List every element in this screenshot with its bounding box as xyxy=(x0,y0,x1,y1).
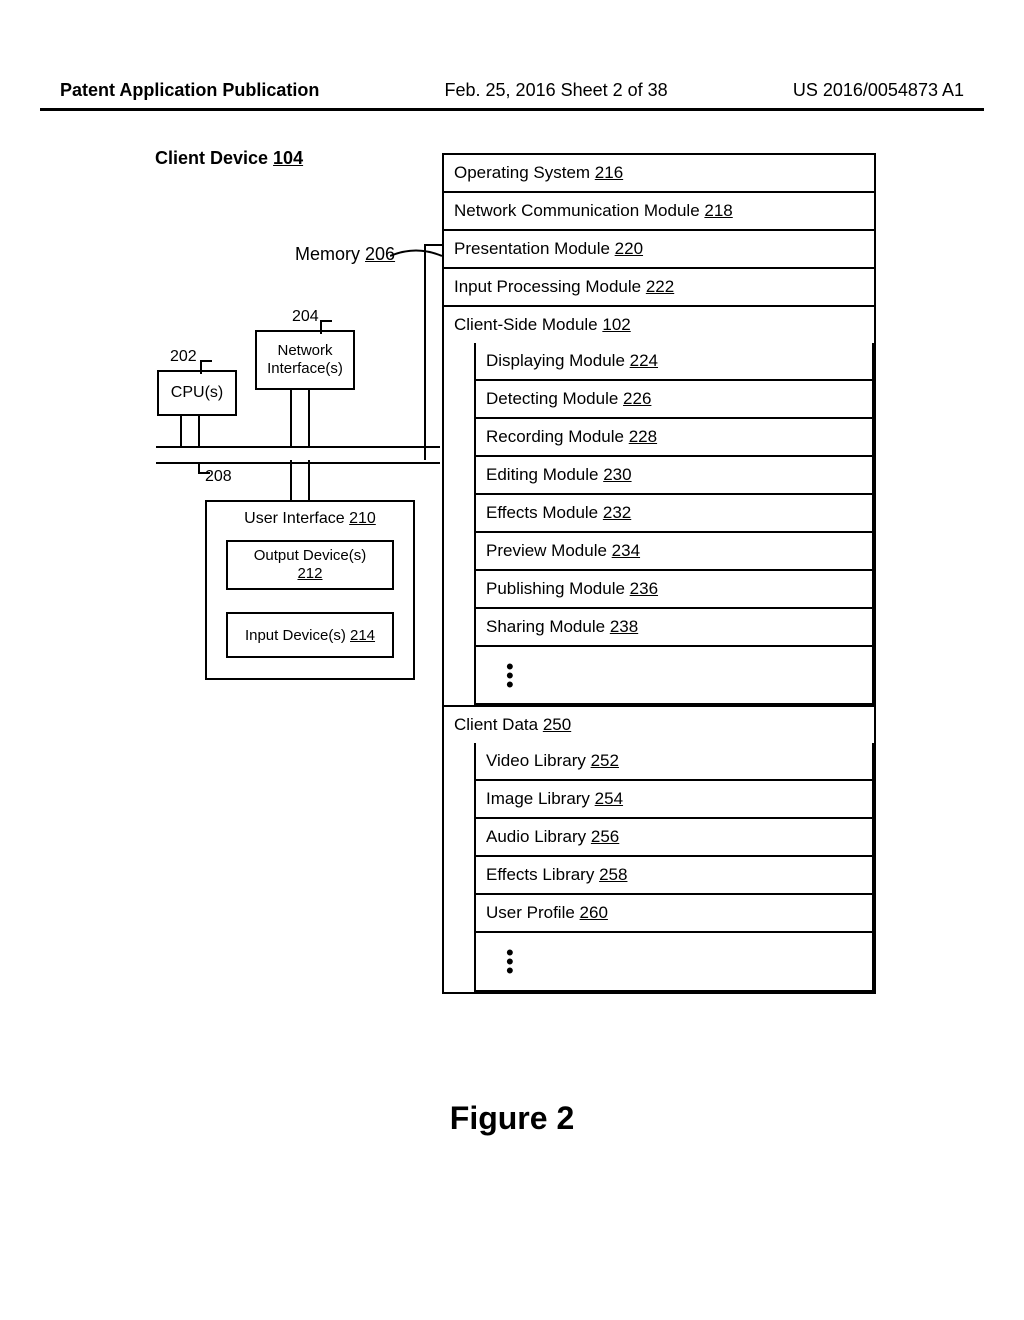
mem-row-effects: Effects Module 232 xyxy=(476,495,872,533)
mem-row-image-lib: Image Library 254 xyxy=(476,781,872,819)
network-ref-number: 204 xyxy=(292,308,319,326)
vertical-ellipsis-icon: ••• xyxy=(486,941,862,981)
bus-cap xyxy=(424,244,442,246)
cpu-label: CPU(s) xyxy=(171,384,223,402)
page: Patent Application Publication Feb. 25, … xyxy=(0,0,1024,1320)
output-devices-box: Output Device(s) 212 xyxy=(226,540,394,590)
input-devices-label: Input Device(s) xyxy=(245,627,350,644)
header-date-sheet: Feb. 25, 2016 Sheet 2 of 38 xyxy=(445,80,668,101)
user-interface-ref: 210 xyxy=(349,510,376,527)
bus-ref-leader xyxy=(198,462,210,474)
page-header: Patent Application Publication Feb. 25, … xyxy=(0,80,1024,101)
client-side-module-group: Client-Side Module 102 Displaying Module… xyxy=(444,307,874,707)
client-device-ref: 104 xyxy=(273,148,303,168)
mem-row-clientdata: Client Data 250 xyxy=(444,707,874,743)
header-divider xyxy=(40,108,984,111)
memory-contents: Operating System 216 Network Communicati… xyxy=(442,153,876,994)
mem-row-inputproc: Input Processing Module 222 xyxy=(444,269,874,307)
output-devices-label: Output Device(s) xyxy=(254,547,367,564)
client-data-children: Video Library 252 Image Library 254 Audi… xyxy=(474,743,874,991)
mem-row-display: Displaying Module 224 xyxy=(476,343,872,381)
mem-row-video-lib: Video Library 252 xyxy=(476,743,872,781)
header-pub-number: US 2016/0054873 A1 xyxy=(793,80,964,101)
user-interface-label: User Interface xyxy=(244,510,349,527)
mem-row-publish: Publishing Module 236 xyxy=(476,571,872,609)
network-interface-label: Network Interface(s) xyxy=(257,342,353,378)
mem-row-share: Sharing Module 238 xyxy=(476,609,872,647)
mem-row-effects-lib: Effects Library 258 xyxy=(476,857,872,895)
header-publication: Patent Application Publication xyxy=(60,80,319,101)
network-interface-box: Network Interface(s) xyxy=(255,330,355,390)
client-device-label: Client Device 104 xyxy=(155,148,303,169)
bus-stub-cpu xyxy=(180,416,200,446)
bus-stub-memory xyxy=(424,245,444,460)
cpu-ref-number: 202 xyxy=(170,348,197,366)
input-devices-box: Input Device(s) 214 xyxy=(226,612,394,658)
mem-row-edit: Editing Module 230 xyxy=(476,457,872,495)
client-device-text: Client Device xyxy=(155,148,273,168)
bus-stub-ui xyxy=(290,460,310,500)
mem-row-user-prof: User Profile 260 xyxy=(476,895,872,933)
mem-row-clientside: Client-Side Module 102 xyxy=(444,307,874,343)
mem-row-ellipsis-data: ••• xyxy=(476,933,872,989)
mem-row-netcomm: Network Communication Module 218 xyxy=(444,193,874,231)
client-side-module-children: Displaying Module 224 Detecting Module 2… xyxy=(474,343,874,705)
client-data-group: Client Data 250 Video Library 252 Image … xyxy=(444,707,874,991)
memory-label: Memory 206 xyxy=(295,244,395,265)
mem-row-ellipsis-modules: ••• xyxy=(476,647,872,703)
mem-row-preview: Preview Module 234 xyxy=(476,533,872,571)
output-devices-ref: 212 xyxy=(297,565,322,582)
mem-row-audio-lib: Audio Library 256 xyxy=(476,819,872,857)
mem-row-os: Operating System 216 xyxy=(444,155,874,193)
input-devices-ref: 214 xyxy=(350,627,375,644)
mem-row-presentation: Presentation Module 220 xyxy=(444,231,874,269)
memory-text: Memory xyxy=(295,244,365,264)
mem-row-detect: Detecting Module 226 xyxy=(476,381,872,419)
mem-row-record: Recording Module 228 xyxy=(476,419,872,457)
cpu-box: CPU(s) xyxy=(157,370,237,416)
bus-stub-net xyxy=(290,390,310,446)
vertical-ellipsis-icon: ••• xyxy=(486,655,862,695)
figure-caption: Figure 2 xyxy=(0,1100,1024,1137)
